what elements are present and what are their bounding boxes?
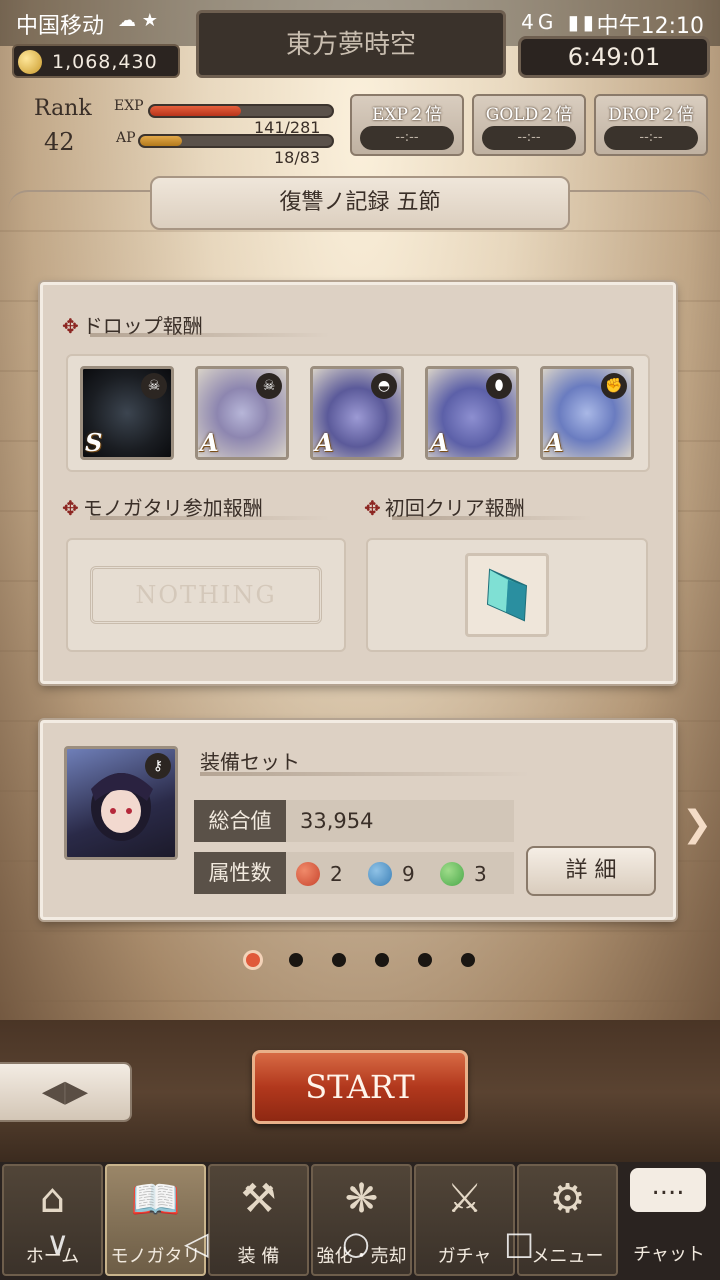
exp-boost-time: --:--	[360, 126, 454, 150]
drop-item-glove[interactable]: ✊ A	[540, 366, 634, 460]
exp-boost-label: EXP２倍	[372, 105, 442, 125]
next-deck-arrow-icon[interactable]: ❯	[682, 804, 712, 845]
rank-panel: Rank 42 EXP 141/281 AP 18/83	[14, 92, 338, 167]
gold-boost-button[interactable]: GOLD２倍 --:--	[472, 94, 586, 156]
drop-item-dress[interactable]: ◓ A	[310, 366, 404, 460]
water-count: 9	[402, 862, 415, 886]
helmet-icon: ◓	[371, 373, 397, 399]
exp-label: EXP	[114, 98, 144, 114]
drop-boost-time: --:--	[604, 126, 698, 150]
total-label: 総合値	[194, 800, 286, 842]
notification-icons: ☁ ★	[118, 10, 158, 31]
water-icon	[368, 862, 392, 886]
gold-boost-label: GOLD２倍	[485, 105, 573, 125]
diamond-bullet-icon: ✥	[364, 496, 381, 520]
carrier-label: 中国移动	[16, 14, 105, 39]
chapter-title: 復讐ノ記録 五節	[150, 176, 570, 230]
ap-bar	[138, 134, 334, 148]
system-nav-bar: ∨ ◁ ○ □	[0, 1210, 620, 1280]
hide-nav-icon[interactable]: ∨	[46, 1224, 69, 1262]
heading-underline	[392, 516, 592, 520]
wind-count: 3	[474, 862, 487, 886]
wind-icon	[440, 862, 464, 886]
drop-item-weapon[interactable]: ☠ A	[195, 366, 289, 460]
gold-boost-time: --:--	[482, 126, 576, 150]
chat-label[interactable]: チャット	[622, 1240, 716, 1266]
ap-value: 18/83	[274, 148, 321, 167]
key-icon: ⚷	[145, 753, 171, 779]
drop-boost-label: DROP２倍	[608, 105, 694, 125]
boot-icon: ⬮	[486, 373, 512, 399]
wind-attribute: 3	[440, 862, 487, 886]
fist-icon: ✊	[601, 373, 627, 399]
home-nav-icon[interactable]: ○	[342, 1224, 370, 1262]
drop-item-shoes[interactable]: ⬮ A	[425, 366, 519, 460]
banner-ornament-right	[562, 190, 712, 212]
character-portrait[interactable]: ⚷	[64, 746, 178, 860]
drop-item-armor[interactable]: ☠ S	[80, 366, 174, 460]
start-button[interactable]: START	[252, 1050, 468, 1124]
item-rank: A	[430, 428, 449, 457]
crystal-icon	[486, 568, 528, 622]
attribute-label: 属性数	[194, 852, 286, 894]
detail-button[interactable]: 詳 細	[526, 846, 656, 896]
back-nav-icon[interactable]: ◁	[184, 1224, 209, 1262]
page-dot[interactable]	[418, 953, 432, 967]
heading-underline	[90, 516, 330, 520]
skull-icon: ☠	[256, 373, 282, 399]
rank-value: 42	[44, 128, 75, 156]
first-clear-item[interactable]	[465, 553, 549, 637]
event-timer: 6:49:01	[518, 36, 710, 78]
chat-button[interactable]: ....	[630, 1168, 706, 1212]
skull-icon: ☠	[141, 373, 167, 399]
item-rank: A	[200, 428, 219, 457]
exp-boost-button[interactable]: EXP２倍 --:--	[350, 94, 464, 156]
deck-title: 装備セット	[200, 750, 300, 774]
rank-label: Rank	[34, 96, 92, 121]
ap-bar-fill	[140, 136, 183, 146]
item-rank: S	[85, 428, 103, 457]
nothing-plate: NOTHING	[90, 566, 322, 624]
coin-value: 1,068,430	[52, 51, 158, 73]
page-dot[interactable]	[289, 953, 303, 967]
recent-apps-icon[interactable]: □	[504, 1224, 534, 1262]
game-title: 東方夢時空	[196, 10, 506, 78]
fire-attribute: 2	[296, 862, 343, 886]
fire-icon	[296, 862, 320, 886]
page-dot[interactable]	[461, 953, 475, 967]
page-indicator	[242, 950, 482, 970]
item-rank: A	[315, 428, 334, 457]
exp-bar-fill	[150, 106, 241, 116]
coin-counter: 1,068,430	[12, 44, 180, 78]
diamond-bullet-icon: ✥	[62, 314, 79, 338]
page-dot[interactable]	[246, 953, 260, 967]
drop-boost-button[interactable]: DROP２倍 --:--	[594, 94, 708, 156]
page-dot[interactable]	[375, 953, 389, 967]
back-button[interactable]: ◀▶	[0, 1062, 132, 1122]
ap-label: AP	[116, 130, 136, 146]
item-rank: A	[545, 428, 564, 457]
coin-icon	[18, 50, 42, 74]
exp-bar	[148, 104, 334, 118]
heading-underline	[90, 333, 330, 337]
water-attribute: 9	[368, 862, 415, 886]
heading-underline	[200, 772, 530, 776]
diamond-bullet-icon: ✥	[62, 496, 79, 520]
total-value: 33,954	[286, 800, 514, 842]
fire-count: 2	[330, 862, 343, 886]
banner-ornament-left	[8, 190, 158, 212]
page-dot[interactable]	[332, 953, 346, 967]
